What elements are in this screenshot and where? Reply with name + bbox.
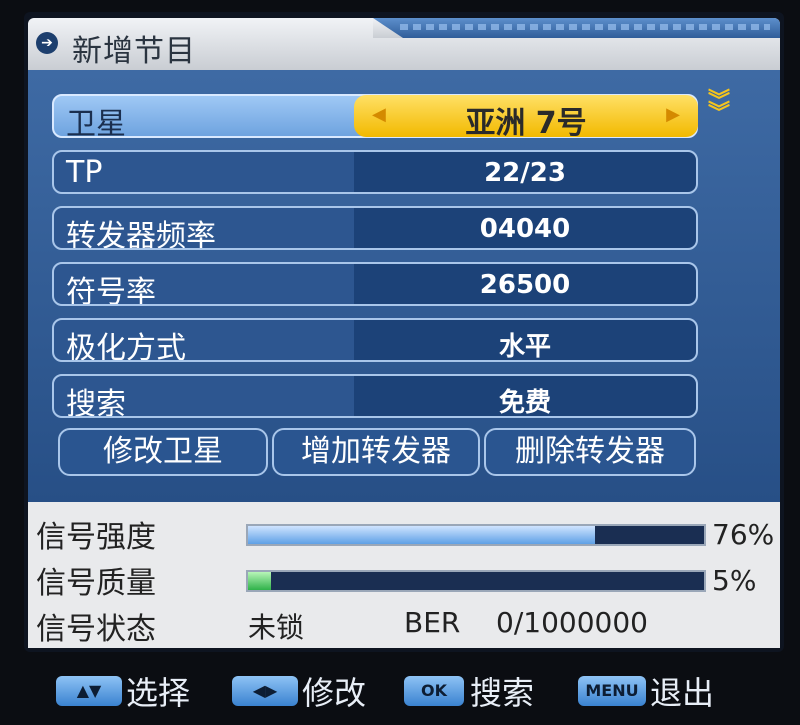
arrow-right-circle-icon: ➔ xyxy=(36,32,58,54)
row-label: TP xyxy=(66,155,103,190)
select-hint: 选择 xyxy=(126,674,191,712)
row-label: 符号率 xyxy=(66,275,156,306)
page-title: 新增节目 xyxy=(72,34,196,69)
leftright-key-icon: ◀▶ xyxy=(232,676,298,706)
menu-key-icon: MENU xyxy=(578,676,646,706)
row-frequency[interactable]: 转发器频率 04040 xyxy=(52,206,698,250)
signal-strength-bar xyxy=(246,524,706,546)
add-transponder-button[interactable]: 增加转发器 xyxy=(272,428,480,476)
row-value: 04040 xyxy=(479,214,571,244)
signal-quality-label: 信号质量 xyxy=(36,566,156,601)
signal-quality-fill xyxy=(248,572,271,590)
ok-key-icon: OK xyxy=(404,676,464,706)
row-value: 免费 xyxy=(498,388,551,418)
modify-hint: 修改 xyxy=(302,674,367,712)
row-label: 搜索 xyxy=(66,387,126,418)
row-satellite[interactable]: 卫星 ◀ 亚洲 7号 ▶ xyxy=(52,94,698,142)
row-value: 亚洲 7号 xyxy=(465,106,587,141)
row-value: 22/23 xyxy=(484,158,566,188)
signal-quality-value: 5% xyxy=(712,564,757,597)
row-value: 26500 xyxy=(479,270,571,300)
row-value: 水平 xyxy=(498,332,551,362)
row-label: 转发器频率 xyxy=(66,219,216,250)
ber-value: 0/1000000 xyxy=(496,606,648,639)
title-dots xyxy=(400,24,770,30)
row-polarization[interactable]: 极化方式 水平 xyxy=(52,318,698,362)
row-label: 极化方式 xyxy=(66,331,186,362)
row-search[interactable]: 搜索 免费 xyxy=(52,374,698,418)
arrow-right-icon[interactable]: ▶ xyxy=(666,104,680,125)
search-hint: 搜索 xyxy=(470,674,535,712)
signal-strength-value: 76% xyxy=(712,518,775,551)
row-label: 卫星 xyxy=(66,107,126,142)
signal-strength-fill xyxy=(248,526,595,544)
signal-status-label: 信号状态 xyxy=(36,612,156,647)
signal-status-value: 未锁 xyxy=(248,611,305,644)
double-chevron-down-icon: ︾ ︾ xyxy=(708,89,731,126)
edit-satellite-button[interactable]: 修改卫星 xyxy=(58,428,268,476)
delete-transponder-button[interactable]: 删除转发器 xyxy=(484,428,696,476)
signal-quality-bar xyxy=(246,570,706,592)
row-symbol-rate[interactable]: 符号率 26500 xyxy=(52,262,698,306)
exit-hint: 退出 xyxy=(650,674,715,712)
updown-key-icon: ▲▼ xyxy=(56,676,122,706)
row-tp[interactable]: TP 22/23 xyxy=(52,150,698,194)
signal-strength-label: 信号强度 xyxy=(36,520,156,555)
ber-label: BER xyxy=(404,606,461,639)
satellite-selector[interactable]: ◀ 亚洲 7号 ▶ xyxy=(354,95,698,141)
